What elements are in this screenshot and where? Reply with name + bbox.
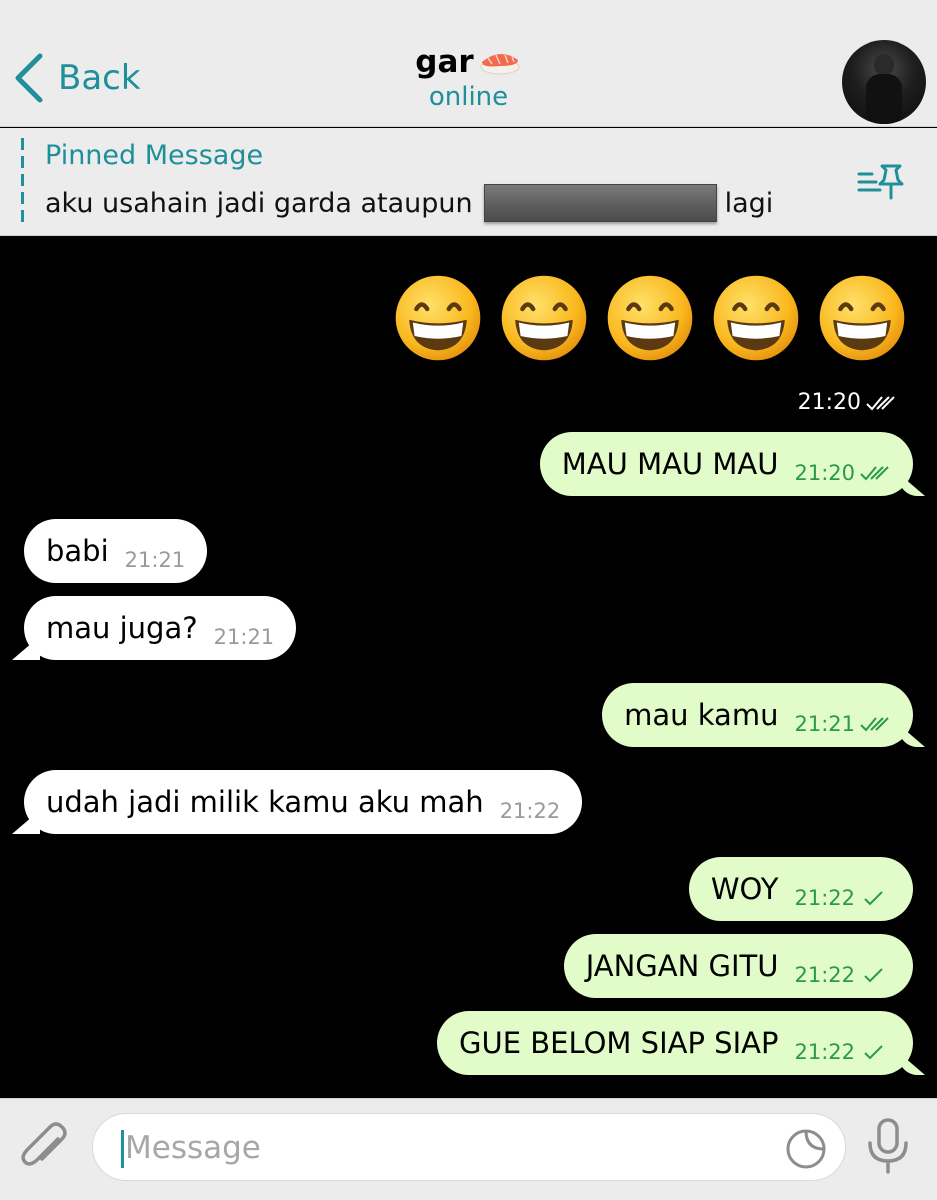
message-text: babi <box>46 534 109 568</box>
grinning-face-icon <box>819 275 905 361</box>
message-time: 21:22 <box>794 887 891 909</box>
single-check-icon <box>864 1045 883 1060</box>
paperclip-icon[interactable] <box>20 1121 70 1175</box>
contact-status: online <box>428 82 509 112</box>
redaction-block <box>483 184 717 222</box>
message-time-text: 21:22 <box>794 886 855 910</box>
message-time-text: 21:22 <box>794 1040 855 1064</box>
message-time: 21:20 <box>794 462 891 484</box>
contact-name-text: gar <box>415 44 474 80</box>
double-check-icon <box>860 466 889 481</box>
message-input[interactable] <box>125 1126 765 1170</box>
double-check-icon <box>866 395 895 410</box>
pinned-message-bar[interactable]: Pinned Message aku usahain jadi garda at… <box>0 128 937 236</box>
message-time: 21:22 <box>794 1041 891 1063</box>
message-time-text: 21:20 <box>797 390 861 415</box>
message-text: JANGAN GITU <box>585 949 779 983</box>
grinning-face-icon <box>607 275 693 361</box>
message-time: 21:21 <box>213 625 275 649</box>
message-bubble-incoming[interactable]: udah jadi milik kamu aku mah 21:22 <box>24 770 583 834</box>
microphone-icon[interactable] <box>866 1117 910 1175</box>
text-caret <box>121 1130 124 1168</box>
message-bubble-outgoing[interactable]: JANGAN GITU 21:22 <box>563 934 913 998</box>
pinned-indicator <box>21 138 24 228</box>
double-check-icon <box>860 717 889 732</box>
single-check-icon <box>864 968 883 983</box>
message-text: WOY <box>710 872 779 906</box>
message-time: 21:22 <box>499 799 561 823</box>
sushi-icon <box>480 53 520 75</box>
message-time: 21:22 <box>794 964 891 986</box>
pinned-text-after: lagi <box>724 187 774 219</box>
pinned-title: Pinned Message <box>45 140 264 171</box>
message-time-text: 21:22 <box>794 963 855 987</box>
message-time: 21:21 <box>794 713 891 735</box>
message-input-box[interactable] <box>92 1113 846 1181</box>
message-bubble-incoming[interactable]: babi 21:21 <box>24 519 208 583</box>
message-bubble-outgoing[interactable]: mau kamu 21:21 <box>602 683 913 747</box>
avatar-head <box>874 54 894 76</box>
chat-title[interactable]: gar online <box>0 44 937 112</box>
avatar[interactable] <box>842 40 926 124</box>
message-text: mau juga? <box>46 611 198 645</box>
emoji-message[interactable] <box>393 273 907 363</box>
single-check-icon <box>864 891 883 906</box>
contact-name: gar <box>415 44 521 80</box>
message-text: udah jadi milik kamu aku mah <box>46 785 484 819</box>
pinned-text: aku usahain jadi garda ataupun lagi <box>45 184 773 222</box>
message-time-text: 21:21 <box>794 712 855 736</box>
message-bubble-incoming[interactable]: mau juga? 21:21 <box>24 596 297 660</box>
grinning-face-icon <box>713 275 799 361</box>
message-time-text: 21:20 <box>794 461 855 485</box>
message-bubble-outgoing[interactable]: WOY 21:22 <box>688 857 913 921</box>
message-time: 21:21 <box>124 548 186 572</box>
message-text: GUE BELOM SIAP SIAP <box>459 1026 779 1060</box>
message-bubble-outgoing[interactable]: GUE BELOM SIAP SIAP 21:22 <box>437 1011 913 1075</box>
pinned-text-before: aku usahain jadi garda ataupun <box>45 187 473 219</box>
grinning-face-icon <box>395 275 481 361</box>
message-text: mau kamu <box>624 698 779 732</box>
sticker-icon[interactable] <box>785 1128 827 1170</box>
pin-list-icon[interactable] <box>856 160 906 202</box>
message-composer <box>0 1098 937 1200</box>
message-bubble-outgoing[interactable]: MAU MAU MAU 21:20 <box>539 432 913 496</box>
message-text: MAU MAU MAU <box>561 447 779 481</box>
grinning-face-icon <box>501 275 587 361</box>
message-time: 21:20 <box>798 390 897 415</box>
chat-header: Back gar online <box>0 0 937 127</box>
avatar-body <box>866 74 902 124</box>
